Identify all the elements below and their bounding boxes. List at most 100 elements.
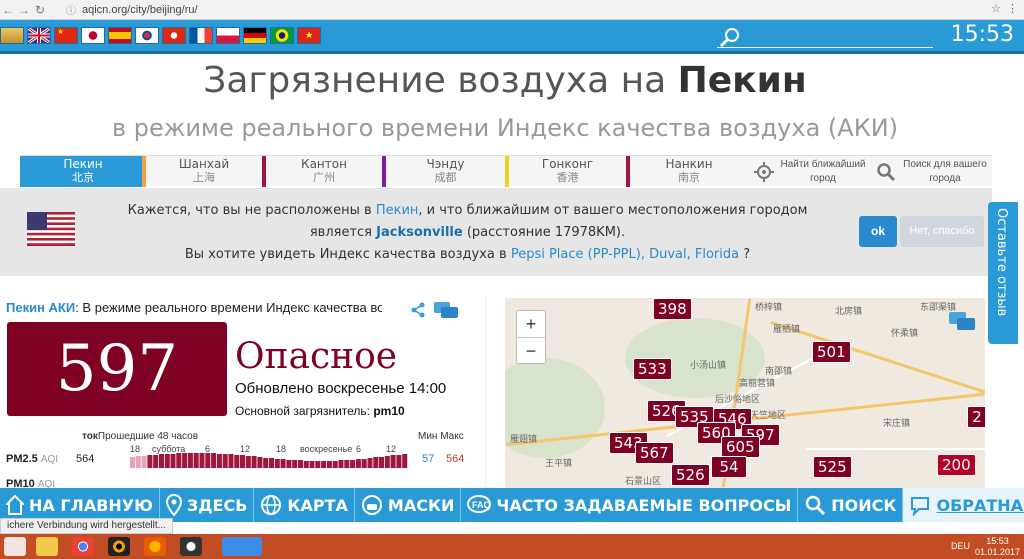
notice-city-link[interactable]: Пекин <box>376 203 419 218</box>
firefox-icon[interactable] <box>144 537 166 556</box>
search-icon[interactable] <box>719 26 741 48</box>
station-marker[interactable]: 533 <box>633 358 672 380</box>
history-bar <box>315 461 321 468</box>
tab-label-zh: 上海 <box>193 171 215 184</box>
flag-hongkong-icon[interactable] <box>162 27 186 44</box>
file-explorer-icon[interactable] <box>36 537 58 556</box>
site-search-input[interactable] <box>717 24 933 48</box>
pm25-row[interactable]: PM2.5 AQI <box>6 453 58 465</box>
reload-icon[interactable]: ↻ <box>32 3 48 17</box>
menu-icon[interactable]: ⋮ <box>1007 2 1018 15</box>
pm25-sparkline[interactable] <box>130 448 408 468</box>
nav-masks[interactable]: МАСКИ <box>353 488 461 522</box>
zoom-out-button[interactable]: − <box>517 338 545 365</box>
keyboard-language[interactable]: DEU <box>951 541 970 551</box>
pm25-max: 564 <box>446 453 465 465</box>
nav-here[interactable]: ЗДЕСЬ <box>158 488 253 522</box>
dominant-pollutant: Основной загрязнитель: pm10 <box>235 404 405 418</box>
station-marker[interactable]: 54 <box>711 456 747 478</box>
aqi-city-link[interactable]: Пекин АКИ <box>6 300 75 315</box>
history-bar <box>274 459 280 468</box>
flag-poland-icon[interactable] <box>216 27 240 44</box>
ok-button[interactable]: ok <box>859 216 897 247</box>
flag-spain-icon[interactable] <box>108 27 132 44</box>
nav-search[interactable]: ПОИСК <box>797 488 902 522</box>
tab-guangzhou[interactable]: Кантон 广州 <box>262 156 382 187</box>
aqi-updated-time: Обновлено воскресенье 14:00 <box>235 380 447 397</box>
history-bar <box>355 459 361 468</box>
history-chart-header: токПрошедшие 48 часов <box>82 431 198 442</box>
flag-brazil-icon[interactable] <box>270 27 294 44</box>
map-place-label: 高丽营镇 <box>739 378 776 388</box>
chrome-icon[interactable] <box>72 537 94 556</box>
station-marker[interactable]: 398 <box>653 298 692 320</box>
zoom-in-button[interactable]: + <box>517 311 545 338</box>
history-bar <box>135 456 141 468</box>
share-icon[interactable] <box>410 302 426 318</box>
notice-line3-end: ? <box>739 247 751 262</box>
tab-hongkong[interactable]: Гонконг 香港 <box>505 156 626 187</box>
search-city-button[interactable]: Поиск для вашего города <box>870 156 990 187</box>
station-marker[interactable]: 605 <box>721 436 760 458</box>
back-icon[interactable]: ← <box>0 3 16 17</box>
nav-faq[interactable]: FAQ ЧАСТО ЗАДАВАЕМЫЕ ВОПРОСЫ <box>460 488 797 522</box>
nearest-city-link[interactable]: Jacksonville <box>376 225 463 240</box>
tab-nanjing[interactable]: Нанкин 南京 <box>626 156 748 187</box>
history-bar <box>211 453 217 468</box>
station-marker[interactable]: 567 <box>635 442 674 464</box>
camera-icon[interactable] <box>180 537 202 556</box>
nearest-city-label: Найти ближайший город <box>780 158 866 184</box>
station-marker[interactable]: 200 <box>937 454 976 476</box>
city-map[interactable]: 桥梓镇 北房镇 东邵渠镇 雁栖镇 怀柔镇 小汤山镇 南邵镇 后沙峪地区 天竺地区… <box>505 298 985 488</box>
nav-label: ЗДЕСЬ <box>186 495 248 515</box>
paint-icon[interactable] <box>222 537 262 556</box>
forward-icon[interactable]: → <box>16 3 32 17</box>
flag-japan-icon[interactable] <box>81 27 105 44</box>
star-icon[interactable]: ☆ <box>991 2 1001 15</box>
flag-vietnam-icon[interactable]: ★ <box>297 27 321 44</box>
nearest-station-link[interactable]: Pepsi Place (PP-PPL), Duval, Florida <box>511 247 739 262</box>
flag-usa-icon <box>27 212 75 246</box>
feedback-tab[interactable]: Оставьте отзыв <box>988 202 1018 344</box>
station-marker[interactable]: 526 <box>671 464 710 486</box>
tab-label: Гонконг <box>541 157 594 171</box>
address-bar[interactable]: aqicn.org/city/beijing/ru/ <box>82 4 198 16</box>
nav-home[interactable]: НА ГЛАВНУЮ <box>0 488 159 522</box>
tab-chengdu[interactable]: Чэнду 成都 <box>382 156 505 187</box>
nearest-city-button[interactable]: Найти ближайший город <box>748 156 870 187</box>
history-bar <box>216 454 222 468</box>
faq-icon: FAQ <box>467 495 492 513</box>
zoom-control: + − <box>516 310 546 364</box>
svg-text:FAQ: FAQ <box>472 500 491 510</box>
notice-line2: является <box>309 225 377 240</box>
windows-start-icon[interactable] <box>4 537 26 556</box>
system-clock[interactable]: 15:53 01.01.2017 <box>975 536 1020 558</box>
flag-korea-icon[interactable] <box>135 27 159 44</box>
comments-icon[interactable] <box>434 302 458 320</box>
station-marker[interactable]: 2 <box>967 406 985 428</box>
flag-uk-icon[interactable] <box>27 27 51 44</box>
tab-beijing[interactable]: Пекин 北京 <box>20 156 142 187</box>
feedback-icon <box>911 497 930 516</box>
tab-shanghai[interactable]: Шанхай 上海 <box>142 156 262 187</box>
media-player-icon[interactable] <box>108 537 130 556</box>
info-icon[interactable]: ⓘ <box>66 2 76 17</box>
flag-germany-icon[interactable] <box>243 27 267 44</box>
history-bar <box>344 460 350 468</box>
history-bar <box>402 454 408 468</box>
flag-china-icon[interactable]: ★ <box>54 27 78 44</box>
nav-feedback[interactable]: ОБРАТНАЯ СВ <box>902 488 1024 522</box>
tab-label-zh: 北京 <box>72 171 94 184</box>
flag-sun-icon[interactable] <box>0 27 24 44</box>
road <box>770 320 985 399</box>
pm25-current: 564 <box>76 453 95 465</box>
history-bar <box>176 453 182 468</box>
station-marker[interactable]: 525 <box>813 456 852 478</box>
no-thanks-button[interactable]: Нет, спасибо <box>900 216 984 247</box>
map-place-label: 桥梓镇 <box>755 302 783 312</box>
nav-map[interactable]: КАРТА <box>253 488 353 522</box>
station-marker[interactable]: 501 <box>812 341 851 363</box>
comments-icon[interactable] <box>949 312 975 332</box>
flag-france-icon[interactable] <box>189 27 213 44</box>
notice-line3: Вы хотите увидеть Индекс качества воздух… <box>184 247 511 262</box>
